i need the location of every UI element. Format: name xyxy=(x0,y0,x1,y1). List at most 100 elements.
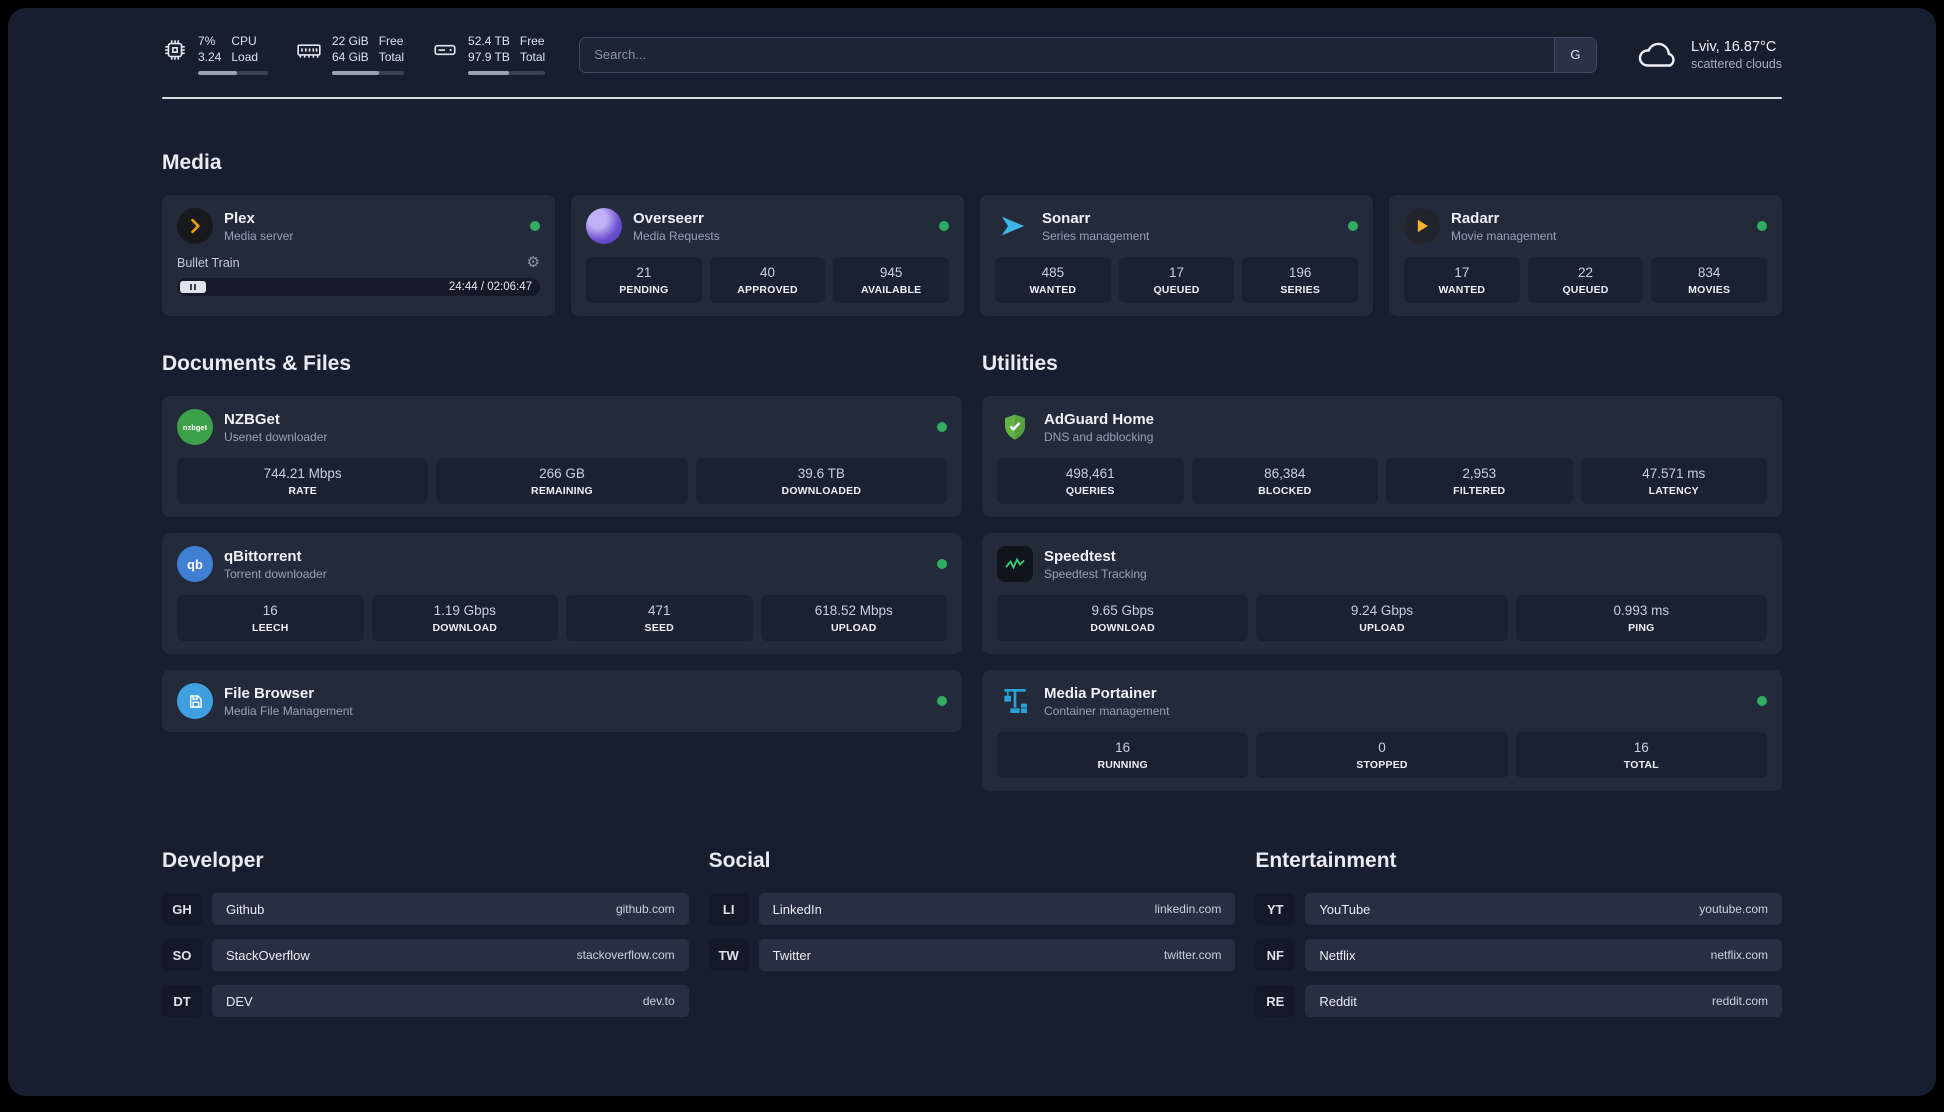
stat-tile: 17 WANTED xyxy=(1404,257,1520,304)
stat-label: WANTED xyxy=(1438,284,1486,297)
bookmark-abbr: DT xyxy=(162,985,202,1018)
stat-value: 0 xyxy=(1378,740,1386,756)
stat-tile: 744.21 Mbps RATE xyxy=(177,458,429,505)
bookmark-abbr: YT xyxy=(1255,893,1296,926)
stat-tile: 17 QUEUED xyxy=(1118,257,1235,304)
ram-progress-bar xyxy=(332,71,405,76)
stat-label: QUEUED xyxy=(1153,284,1200,297)
service-name: Sonarr xyxy=(1042,209,1091,227)
stat-tile: 0.993 ms PING xyxy=(1515,595,1767,642)
bookmark-link-linkedin[interactable]: LinkedIn linkedin.com xyxy=(758,893,1236,926)
service-name: Speedtest xyxy=(1044,547,1116,565)
stat-tile: 22 QUEUED xyxy=(1527,257,1644,304)
section-title-developer: Developer xyxy=(162,849,264,873)
radarr-icon xyxy=(1404,208,1440,245)
stat-tile: 1.19 Gbps DOWNLOAD xyxy=(371,595,558,642)
stat-value: 1.19 Gbps xyxy=(433,603,496,619)
stat-tile: 39.6 TB DOWNLOADED xyxy=(695,458,947,505)
service-subtitle: Torrent downloader xyxy=(224,566,327,581)
service-subtitle: DNS and adblocking xyxy=(1044,429,1154,444)
qbittorrent-logo-text: qb xyxy=(187,556,203,572)
stat-label: FILTERED xyxy=(1453,485,1506,498)
section-title-documents: Documents & Files xyxy=(162,352,352,376)
bookmark-link-youtube[interactable]: YouTube youtube.com xyxy=(1305,893,1782,926)
bookmark-domain: twitter.com xyxy=(1163,948,1222,963)
portainer-icon xyxy=(997,683,1033,719)
bookmark-name: Reddit xyxy=(1319,993,1357,1009)
service-card-qbittorrent[interactable]: qb qBittorrent Torrent downloader 16 LEE… xyxy=(162,533,962,655)
service-card-plex[interactable]: Plex Media server Bullet Train ⚙ 24:44 /… xyxy=(162,195,555,317)
bookmark-row-dev: DT DEV dev.to xyxy=(162,985,689,1018)
stat-label: PENDING xyxy=(619,284,669,297)
stat-value: 834 xyxy=(1697,265,1721,281)
search-input[interactable] xyxy=(580,37,1554,72)
stat-label: SERIES xyxy=(1280,284,1321,297)
stat-label: DOWNLOADED xyxy=(781,485,862,498)
stat-label: BLOCKED xyxy=(1258,485,1312,498)
speedtest-icon xyxy=(997,546,1033,583)
service-name: qBittorrent xyxy=(224,547,302,565)
stat-label: DOWNLOAD xyxy=(1090,622,1155,635)
stat-tile: 945 AVAILABLE xyxy=(833,257,950,304)
service-name: Plex xyxy=(224,209,255,227)
service-card-filebrowser[interactable]: File Browser Media File Management xyxy=(162,670,962,733)
stat-value: 471 xyxy=(647,603,671,619)
sonarr-icon xyxy=(995,208,1031,244)
service-card-nzbget[interactable]: nzbget NZBGet Usenet downloader 744.21 M… xyxy=(162,396,962,518)
cpu-chip-icon xyxy=(165,39,185,60)
bookmark-link-netflix[interactable]: Netflix netflix.com xyxy=(1305,939,1782,972)
system-monitors: 7% 3.24 CPU Load 22 GiB 64 GiB Free Tota… xyxy=(162,34,546,76)
ram-monitor: 22 GiB 64 GiB Free Total xyxy=(296,34,405,76)
status-dot xyxy=(530,221,540,232)
bookmark-group-entertainment: Entertainment YT YouTube youtube.com NF … xyxy=(1255,849,1782,1018)
bookmark-name: LinkedIn xyxy=(772,901,822,917)
stat-tile: 40 APPROVED xyxy=(709,257,826,304)
bookmark-name: YouTube xyxy=(1319,901,1371,917)
stat-label: SEED xyxy=(644,622,674,635)
section-title-social: Social xyxy=(708,849,771,873)
stat-value: 17 xyxy=(1454,265,1470,281)
service-name: NZBGet xyxy=(224,410,280,428)
service-card-radarr[interactable]: Radarr Movie management 17 WANTED 22 QUE… xyxy=(1389,195,1782,317)
bookmark-link-dev[interactable]: DEV dev.to xyxy=(212,985,689,1018)
bookmark-link-stackoverflow[interactable]: StackOverflow stackoverflow.com xyxy=(212,939,689,972)
stat-value: 744.21 Mbps xyxy=(263,466,342,482)
playback-progress-bar[interactable]: 24:44 / 02:06:47 xyxy=(177,278,540,297)
stat-value: 16 xyxy=(262,603,278,619)
search-engine-button[interactable]: G xyxy=(1553,37,1596,72)
stat-label: MOVIES xyxy=(1688,284,1731,297)
bookmark-abbr: LI xyxy=(708,893,749,926)
service-card-speedtest[interactable]: Speedtest Speedtest Tracking 9.65 Gbps D… xyxy=(982,533,1782,655)
bookmark-abbr: GH xyxy=(162,893,202,926)
bookmark-row-netflix: NF Netflix netflix.com xyxy=(1255,939,1782,972)
disk-free: 52.4 TB xyxy=(468,34,510,48)
stat-label: REMAINING xyxy=(531,485,593,498)
service-card-overseerr[interactable]: Overseerr Media Requests 21 PENDING 40 A… xyxy=(571,195,964,317)
bookmark-link-reddit[interactable]: Reddit reddit.com xyxy=(1305,985,1782,1018)
bookmark-domain: github.com xyxy=(615,902,675,917)
service-card-portainer[interactable]: Media Portainer Container management 16 … xyxy=(982,670,1782,792)
service-card-adguard[interactable]: AdGuard Home DNS and adblocking 498,461 … xyxy=(982,396,1782,518)
service-card-sonarr[interactable]: Sonarr Series management 485 WANTED 17 Q… xyxy=(980,195,1373,317)
documents-column: Documents & Files nzbget NZBGet Usenet d… xyxy=(162,352,962,791)
cpu-progress-bar xyxy=(198,71,268,76)
stat-tile: 498,461 QUERIES xyxy=(997,458,1184,505)
service-subtitle: Speedtest Tracking xyxy=(1044,566,1147,581)
stat-tile: 9.65 Gbps DOWNLOAD xyxy=(997,595,1249,642)
stat-label: QUEUED xyxy=(1562,284,1609,297)
service-subtitle: Media Requests xyxy=(633,228,720,243)
pause-button[interactable] xyxy=(180,281,206,294)
stat-label: LATENCY xyxy=(1648,485,1699,498)
disk-label-top: Free xyxy=(519,34,545,48)
status-dot xyxy=(939,221,949,232)
utilities-column: Utilities AdGuard Home DNS and adblockin… xyxy=(982,352,1782,792)
nzbget-icon: nzbget xyxy=(177,409,213,446)
weather-condition: scattered clouds xyxy=(1690,56,1782,71)
bookmark-link-github[interactable]: Github github.com xyxy=(212,893,689,926)
stat-tile: 0 STOPPED xyxy=(1256,732,1508,779)
dashboard: 7% 3.24 CPU Load 22 GiB 64 GiB Free Tota… xyxy=(8,8,1936,1096)
bookmark-domain: netflix.com xyxy=(1710,948,1768,963)
gear-icon[interactable]: ⚙ xyxy=(527,255,540,270)
bookmark-link-twitter[interactable]: Twitter twitter.com xyxy=(758,939,1236,972)
service-subtitle: Series management xyxy=(1042,228,1150,243)
